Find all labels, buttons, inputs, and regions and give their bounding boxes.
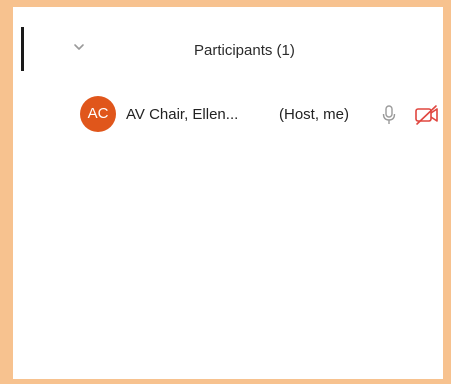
video-off-icon[interactable] (414, 104, 440, 126)
participant-name: AV Chair, Ellen... (126, 106, 239, 123)
microphone-icon[interactable] (381, 105, 397, 125)
avatar: AC (80, 96, 116, 132)
panel-title: Participants (1) (194, 42, 295, 59)
participant-role: (Host, me) (279, 106, 350, 123)
participants-header: Participants (1) (24, 30, 439, 70)
participant-row[interactable]: AC AV Chair, Ellen... (Host, me) (78, 95, 439, 133)
chevron-down-icon[interactable] (70, 38, 88, 56)
